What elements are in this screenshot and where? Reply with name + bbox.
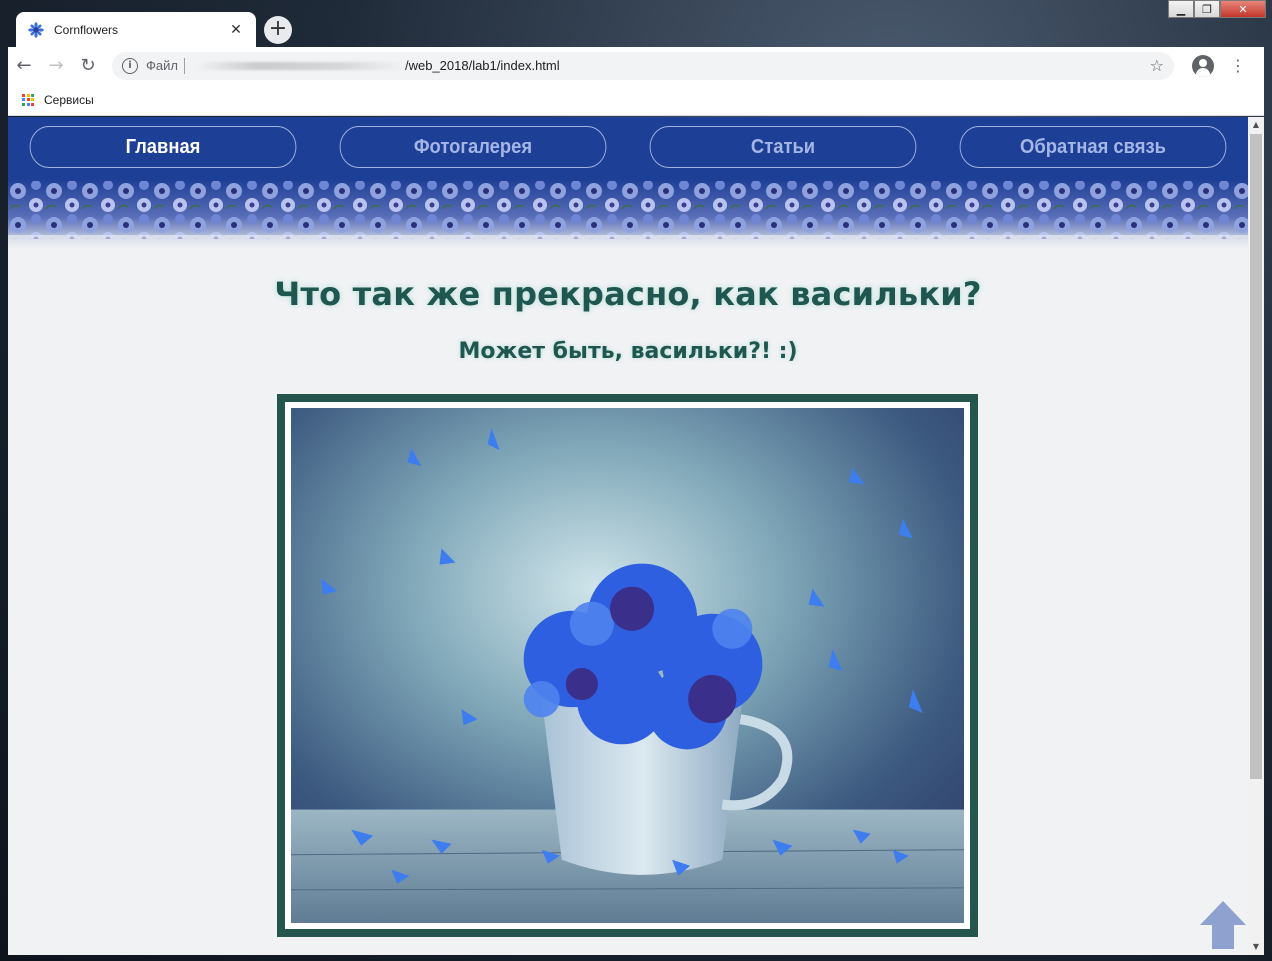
tab-title: Cornflowers [54, 22, 119, 37]
site-header: Главная Фотогалерея Статьи Обратная связ… [8, 117, 1248, 249]
nav-gallery[interactable]: Фотогалерея [339, 126, 607, 168]
scroll-down-arrow-icon[interactable]: ▼ [1248, 939, 1264, 955]
page-scrollbar[interactable]: ▲ ▼ [1248, 117, 1264, 955]
bookmark-services[interactable]: Сервисы [44, 93, 94, 107]
main-content: Что так же прекрасно, как васильки? Може… [8, 275, 1248, 364]
scheme-label: Файл [146, 58, 178, 73]
cornflower-border-decoration [8, 179, 1248, 249]
page-viewport: Главная Фотогалерея Статьи Обратная связ… [8, 117, 1264, 955]
url-text[interactable]: /web_2018/lab1/index.html [405, 58, 1150, 73]
browser-toolbar: ← → ↻ i Файл /web_2018/lab1/index.html ☆… [8, 47, 1264, 84]
kebab-menu-icon[interactable]: ⋮ [1230, 56, 1246, 75]
browser-tab[interactable]: Cornflowers ✕ [16, 12, 256, 47]
nav-feedback[interactable]: Обратная связь [959, 126, 1227, 168]
window-controls: ▁ ❐ ✕ [1168, 0, 1266, 20]
back-arrow-icon[interactable]: ← [8, 50, 40, 82]
scrollbar-thumb[interactable] [1250, 134, 1262, 779]
browser-titlebar: Cornflowers ✕ + ▁ ❐ ✕ [0, 0, 1272, 47]
maximize-button[interactable]: ❐ [1194, 0, 1220, 18]
cornflowers-photo [291, 408, 964, 923]
minimize-button[interactable]: ▁ [1168, 0, 1194, 18]
apps-grid-icon[interactable] [22, 93, 34, 106]
nav-articles[interactable]: Статьи [649, 126, 917, 168]
info-icon[interactable]: i [122, 57, 138, 74]
new-tab-button[interactable]: + [264, 16, 292, 44]
profile-avatar-icon[interactable] [1192, 54, 1214, 77]
photo-frame [277, 394, 978, 937]
page-title: Что так же прекрасно, как васильки? [274, 275, 982, 313]
scroll-up-arrow-icon[interactable]: ▲ [1248, 117, 1264, 133]
cornflower-favicon-icon [28, 21, 44, 38]
omnibox-separator [183, 57, 185, 74]
blurred-url-path [194, 61, 405, 70]
site-navbar: Главная Фотогалерея Статьи Обратная связ… [8, 117, 1248, 168]
address-bar[interactable]: i Файл /web_2018/lab1/index.html ☆ [112, 51, 1174, 80]
page-subtitle: Может быть, васильки?! :) [458, 339, 798, 364]
nav-home[interactable]: Главная [29, 126, 297, 168]
bookmarks-bar: Сервисы [8, 84, 1264, 116]
reload-icon[interactable]: ↻ [72, 50, 104, 82]
tab-close-icon[interactable]: ✕ [228, 21, 244, 38]
bookmark-star-icon[interactable]: ☆ [1150, 56, 1164, 75]
scroll-to-top-arrow-icon[interactable] [1198, 899, 1248, 949]
close-window-button[interactable]: ✕ [1220, 0, 1266, 18]
forward-arrow-icon[interactable]: → [40, 50, 72, 82]
